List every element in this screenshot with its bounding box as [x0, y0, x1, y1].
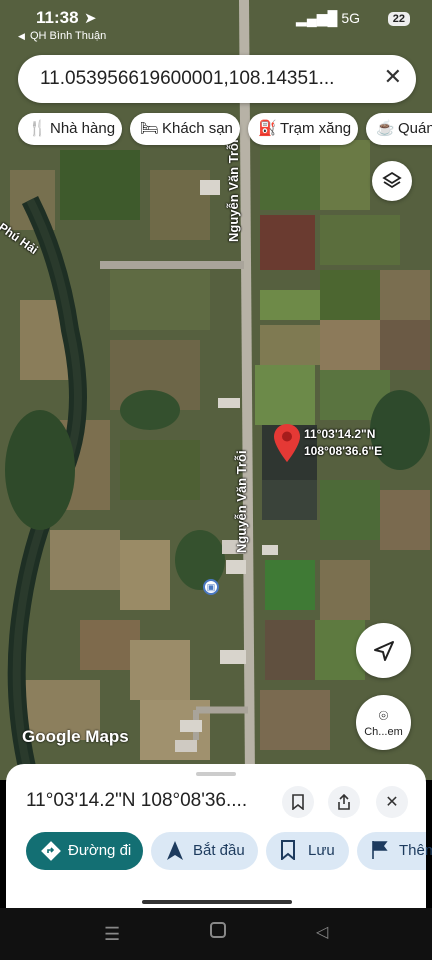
close-sheet-button[interactable]: ✕	[376, 786, 408, 818]
recents-icon[interactable]: ☰	[104, 924, 120, 945]
place-bottom-sheet[interactable]: 11°03'14.2"N 108°08'36.... ✕ Đường đi Bắ…	[6, 764, 432, 908]
my-location-button[interactable]	[356, 623, 411, 678]
status-time: 11:38	[36, 8, 79, 27]
chip-gas-stations[interactable]: ⛽ Trạm xăng	[248, 113, 358, 145]
place-title: 11°03'14.2"N 108°08'36....	[26, 790, 248, 811]
back-arrow-icon[interactable]: ◀	[18, 31, 25, 42]
chip-label: Nhà hàng	[50, 120, 116, 137]
pin-longitude: 108°08'36.6"E	[304, 444, 383, 458]
lens-button-label: Ch...em	[364, 725, 403, 738]
restaurant-icon: 🍴	[28, 120, 47, 137]
battery-level: 22	[387, 12, 410, 26]
bookmark-icon	[292, 794, 304, 810]
lens-button[interactable]: ⌾ Ch...em	[356, 695, 411, 750]
directions-button[interactable]: Đường đi	[26, 832, 143, 870]
back-icon[interactable]: ◁	[316, 922, 328, 942]
location-arrow-icon: ➤	[84, 10, 97, 27]
navigate-icon	[167, 841, 183, 860]
chip-cafes[interactable]: ☕ Quán	[366, 113, 432, 145]
share-icon	[338, 794, 350, 810]
google-maps-logo: Google Maps	[22, 727, 129, 746]
status-back-app[interactable]: QH Bình Thuận	[30, 30, 106, 42]
share-button[interactable]	[328, 786, 360, 818]
network-label: 5G	[341, 10, 360, 26]
start-button[interactable]: Bắt đầu	[151, 832, 258, 870]
save-action-button[interactable]: Lưu	[266, 832, 349, 870]
start-label: Bắt đầu	[193, 842, 245, 859]
chip-label: Khách sạn	[162, 120, 233, 137]
cafe-icon: ☕	[376, 120, 395, 137]
search-bar[interactable]: 11.053956619600001,108.14351... ✕	[18, 55, 416, 103]
gas-station-icon: ⛽	[258, 120, 277, 137]
camera-search-icon: ⌾	[378, 707, 389, 725]
close-icon[interactable]: ✕	[384, 64, 402, 90]
road-label-nguyen-van-troi-mid: Nguyễn Văn Trỗi	[234, 450, 249, 553]
home-indicator[interactable]	[142, 900, 292, 904]
search-query[interactable]: 11.053956619600001,108.14351...	[40, 68, 340, 90]
close-icon: ✕	[385, 794, 399, 811]
chip-restaurants[interactable]: 🍴 Nhà hàng	[18, 113, 122, 145]
location-pin[interactable]	[274, 424, 300, 467]
save-button[interactable]	[282, 786, 314, 818]
navigation-arrow-icon	[373, 640, 394, 661]
pin-coordinates-label: 11°03'14.2"N 108°08'36.6"E	[304, 426, 382, 460]
home-icon[interactable]	[210, 922, 226, 938]
chip-hotels[interactable]: 🛏 Khách sạn	[130, 113, 240, 145]
signal-icon: ▂▄▆█ 5G	[296, 10, 360, 26]
layers-button[interactable]	[372, 161, 412, 201]
bus-stop-icon[interactable]: ▣	[203, 579, 219, 595]
road-label-nguyen-van-troi-top: Nguyễn Văn Trỗi	[226, 139, 241, 242]
directions-icon	[41, 841, 61, 861]
bookmark-icon	[281, 840, 295, 860]
system-nav-bar: ☰ ◁	[0, 908, 432, 960]
flag-icon	[372, 841, 388, 859]
pin-latitude: 11°03'14.2"N	[304, 427, 376, 441]
add-label-button[interactable]: Thêm	[357, 832, 432, 870]
sheet-drag-handle[interactable]	[196, 772, 236, 776]
layers-icon	[382, 171, 402, 189]
chip-label: Quán	[398, 120, 432, 137]
chip-label: Trạm xăng	[280, 120, 352, 137]
map-pin-icon	[274, 424, 300, 462]
hotel-icon: 🛏	[140, 120, 160, 137]
add-label: Thêm	[399, 842, 432, 859]
status-bar: 11:38 ➤ ◀ QH Bình Thuận ▂▄▆█ 5G 22	[0, 0, 432, 50]
directions-label: Đường đi	[68, 842, 132, 859]
save-label: Lưu	[308, 842, 335, 859]
